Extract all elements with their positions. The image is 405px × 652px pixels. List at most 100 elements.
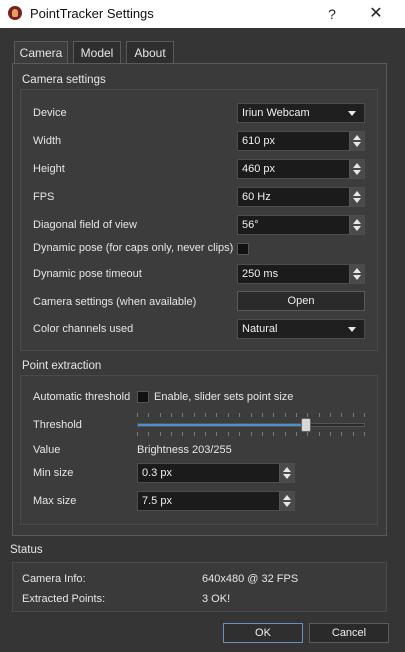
slider-tick bbox=[194, 413, 195, 417]
window-title: PointTracker Settings bbox=[30, 6, 154, 21]
slider-tick bbox=[330, 413, 331, 417]
extracted-points-value: 3 OK! bbox=[202, 593, 231, 605]
dynamic-pose-timeout-label: Dynamic pose timeout bbox=[33, 268, 142, 280]
slider-tick bbox=[239, 413, 240, 417]
fps-label: FPS bbox=[33, 191, 55, 203]
max-size-label: Max size bbox=[33, 495, 77, 507]
slider-tick bbox=[341, 413, 342, 417]
min-size-label: Min size bbox=[33, 467, 74, 479]
width-spinbox[interactable]: 610 px bbox=[237, 131, 365, 151]
slider-tick bbox=[160, 413, 161, 417]
auto-threshold-checkbox[interactable] bbox=[137, 391, 149, 403]
device-combo[interactable]: Iriun Webcam bbox=[237, 103, 365, 123]
max-size-value: 7.5 px bbox=[142, 495, 172, 507]
camera-info-label: Camera Info: bbox=[22, 573, 86, 585]
status-title: Status bbox=[10, 544, 43, 556]
spin-arrows-icon[interactable] bbox=[349, 188, 364, 206]
dynamic-pose-checkbox[interactable] bbox=[237, 243, 249, 255]
tab-model[interactable]: Model bbox=[73, 41, 121, 63]
dfov-spinbox[interactable]: 56° bbox=[237, 215, 365, 235]
slider-tick bbox=[216, 432, 217, 436]
slider-groove bbox=[137, 423, 365, 427]
fps-spinbox[interactable]: 60 Hz bbox=[237, 187, 365, 207]
slider-tick bbox=[182, 432, 183, 436]
slider-tick bbox=[296, 432, 297, 436]
slider-tick bbox=[228, 432, 229, 436]
width-value: 610 px bbox=[242, 135, 276, 147]
slider-tick bbox=[171, 432, 172, 436]
height-spinbox[interactable]: 460 px bbox=[237, 159, 365, 179]
slider-tick bbox=[330, 432, 331, 436]
slider-tick bbox=[285, 432, 286, 436]
slider-tick bbox=[251, 413, 252, 417]
slider-tick bbox=[285, 413, 286, 417]
slider-tick bbox=[148, 432, 149, 436]
spin-arrows-icon[interactable] bbox=[279, 464, 294, 482]
min-size-value: 0.3 px bbox=[142, 467, 172, 479]
camera-info-value: 640x480 @ 32 FPS bbox=[202, 573, 299, 585]
pointtracker-app-icon bbox=[8, 6, 22, 20]
min-size-spinbox[interactable]: 0.3 px bbox=[137, 463, 295, 483]
slider-tick bbox=[353, 413, 354, 417]
ok-button[interactable]: OK bbox=[223, 623, 303, 643]
slider-tick bbox=[194, 432, 195, 436]
brightness-value: Brightness 203/255 bbox=[137, 444, 232, 456]
slider-tick bbox=[319, 413, 320, 417]
slider-tick bbox=[364, 413, 365, 417]
camera-settings-title: Camera settings bbox=[22, 74, 106, 86]
dynamic-pose-timeout-value: 250 ms bbox=[242, 268, 279, 280]
slider-tick bbox=[273, 413, 274, 417]
threshold-label: Threshold bbox=[33, 419, 82, 431]
point-extraction-title: Point extraction bbox=[22, 360, 102, 372]
auto-threshold-checkbox-label: Enable, slider sets point size bbox=[154, 391, 294, 403]
tab-about[interactable]: About bbox=[126, 41, 174, 63]
cancel-button[interactable]: Cancel bbox=[309, 623, 389, 643]
slider-tick bbox=[228, 413, 229, 417]
dynamic-pose-label: Dynamic pose (for caps only, never clips… bbox=[33, 242, 234, 254]
color-channels-label: Color channels used bbox=[33, 323, 134, 335]
slider-tick bbox=[148, 413, 149, 417]
slider-handle[interactable] bbox=[301, 418, 311, 432]
extracted-points-label: Extracted Points: bbox=[22, 593, 106, 605]
title-bar: PointTracker Settings ? ✕ bbox=[0, 0, 405, 28]
max-size-spinbox[interactable]: 7.5 px bbox=[137, 491, 295, 511]
device-label: Device bbox=[33, 107, 67, 119]
slider-tick bbox=[296, 413, 297, 417]
slider-tick bbox=[137, 432, 138, 436]
slider-tick bbox=[216, 413, 217, 417]
chevron-down-icon bbox=[348, 111, 356, 116]
spin-arrows-icon[interactable] bbox=[349, 132, 364, 150]
spin-arrows-icon[interactable] bbox=[349, 265, 364, 283]
camera-settings-open-label: Camera settings (when available) bbox=[33, 296, 197, 308]
slider-tick bbox=[171, 413, 172, 417]
slider-tick bbox=[239, 432, 240, 436]
dynamic-pose-timeout-spinbox[interactable]: 250 ms bbox=[237, 264, 365, 284]
open-button[interactable]: Open bbox=[237, 291, 365, 311]
slider-tick bbox=[262, 413, 263, 417]
tab-camera[interactable]: Camera bbox=[14, 41, 68, 64]
close-button[interactable]: ✕ bbox=[364, 4, 388, 24]
slider-tick bbox=[307, 432, 308, 436]
fps-value: 60 Hz bbox=[242, 191, 271, 203]
slider-tick bbox=[205, 413, 206, 417]
slider-tick bbox=[160, 432, 161, 436]
device-value: Iriun Webcam bbox=[242, 107, 310, 119]
dfov-label: Diagonal field of view bbox=[33, 219, 137, 231]
slider-tick bbox=[262, 432, 263, 436]
chevron-down-icon bbox=[348, 327, 356, 332]
threshold-slider[interactable] bbox=[137, 410, 365, 440]
slider-tick bbox=[182, 413, 183, 417]
spin-arrows-icon[interactable] bbox=[349, 160, 364, 178]
spin-arrows-icon[interactable] bbox=[279, 492, 294, 510]
width-label: Width bbox=[33, 135, 62, 147]
slider-fill bbox=[138, 424, 305, 426]
slider-tick bbox=[341, 432, 342, 436]
slider-tick bbox=[251, 432, 252, 436]
slider-tick bbox=[273, 432, 274, 436]
color-channels-combo[interactable]: Natural bbox=[237, 319, 365, 339]
help-button[interactable]: ? bbox=[322, 4, 342, 24]
value-label: Value bbox=[33, 444, 61, 456]
slider-tick bbox=[137, 413, 138, 417]
spin-arrows-icon[interactable] bbox=[349, 216, 364, 234]
slider-tick bbox=[205, 432, 206, 436]
